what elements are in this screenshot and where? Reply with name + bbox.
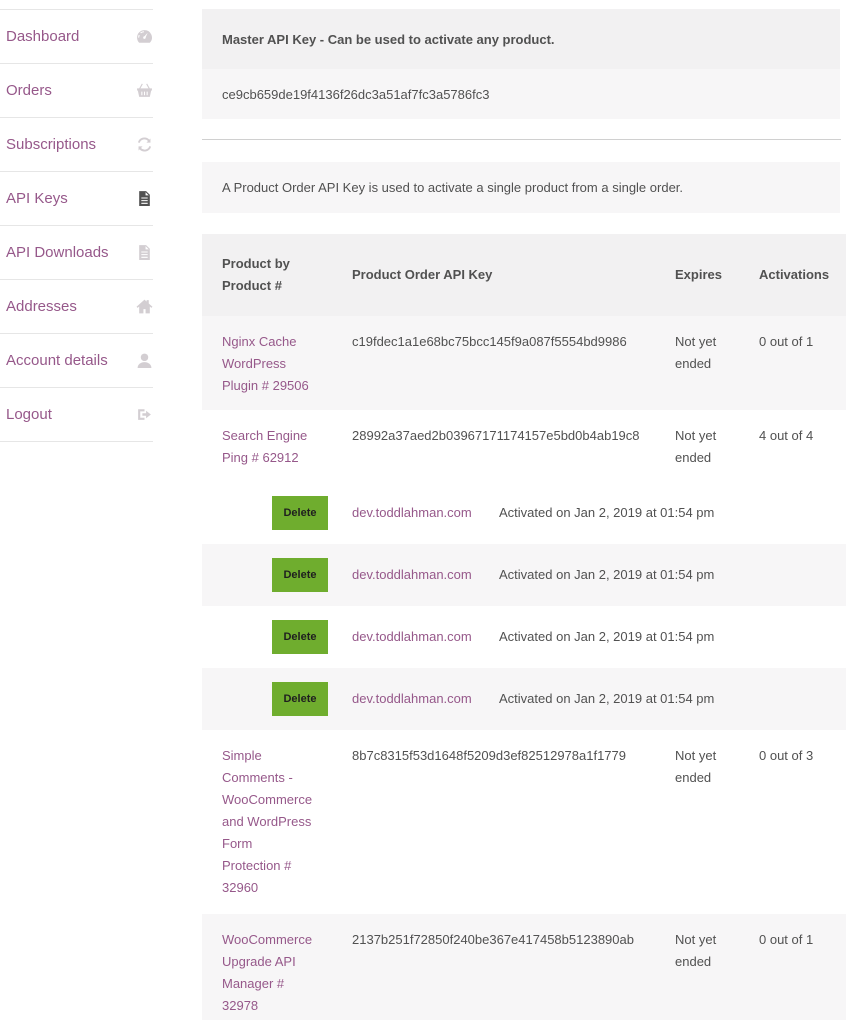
home-icon [135,298,153,316]
nav-label: Account details [6,352,108,369]
nav-label: API Keys [6,190,68,207]
master-api-key-value: ce9cb659de19f4136f26dc3a51af7fc3a5786fc3 [202,69,840,119]
product-line: Search Engine [222,428,308,443]
expires-line: Not yet [675,428,717,443]
header-api-key: Product Order API Key [352,267,493,282]
nav-label: API Downloads [6,244,109,261]
header-product-line: Product # [222,278,282,293]
table-row: Nginx Cache WordPress Plugin # 29506 c19… [202,316,846,410]
activation-date: Activated on Jan 2, 2019 at 01:54 pm [499,505,715,520]
product-line: Nginx Cache [222,334,297,349]
expires-value: Not yet ended [675,331,735,375]
expires-line: Not yet [675,748,717,763]
product-line: Form [222,836,253,851]
nav-item-orders[interactable]: Orders [0,64,153,118]
nav-item-account-details[interactable]: Account details [0,334,153,388]
logout-icon [135,406,153,424]
product-line: 32978 [222,998,259,1013]
activations-value: 0 out of 1 [759,334,814,349]
product-line: Simple [222,748,262,763]
user-icon [135,352,153,370]
product-line: WordPress [222,356,287,371]
product-line: and WordPress [222,814,312,829]
product-line: Plugin # 29506 [222,378,309,393]
activation-domain-link[interactable]: dev.toddlahman.com [352,564,472,586]
product-line: Protection # [222,858,292,873]
activation-date: Activated on Jan 2, 2019 at 01:54 pm [499,691,715,706]
product-link[interactable]: Nginx Cache WordPress Plugin # 29506 [222,331,334,397]
activation-row: Delete dev.toddlahman.com Activated on J… [202,482,846,544]
delete-button[interactable]: Delete [272,620,328,654]
product-line: WooCommerce [222,792,313,807]
table-row: Search Engine Ping # 62912 28992a37aed2b… [202,410,846,482]
activations-value: 0 out of 1 [759,932,814,947]
activation-row: Delete dev.toddlahman.com Activated on J… [202,606,846,668]
nav-item-api-downloads[interactable]: API Downloads [0,226,153,280]
activations-value: 0 out of 3 [759,748,814,763]
activations-value: 4 out of 4 [759,428,814,443]
nav-label: Logout [6,406,52,423]
activation-domain-link[interactable]: dev.toddlahman.com [352,502,472,524]
table-row: WooCommerce Upgrade API Manager # 32978 … [202,914,846,1020]
document-icon [135,244,153,262]
product-line: WooCommerce [222,932,313,947]
product-line: Upgrade API [222,954,296,969]
product-link[interactable]: Simple Comments - WooCommerce and WordPr… [222,745,334,899]
api-keys-table: Product by Product # Product Order API K… [202,234,846,1020]
account-navigation: Dashboard Orders Subscriptions API Keys … [0,9,153,442]
activation-row: Delete dev.toddlahman.com Activated on J… [202,544,846,606]
product-link[interactable]: Search Engine Ping # 62912 [222,425,334,469]
product-line: 32960 [222,880,259,895]
nav-item-logout[interactable]: Logout [0,388,153,442]
divider [202,139,841,140]
document-icon [135,190,153,208]
master-api-key-panel: Master API Key - Can be used to activate… [202,9,840,119]
basket-icon [135,82,153,100]
table-header: Product by Product # Product Order API K… [202,234,846,316]
product-api-key: 8b7c8315f53d1648f5209d3ef82512978a1f1779 [352,748,626,763]
expires-line: ended [675,954,712,969]
product-order-info: A Product Order API Key is used to activ… [202,162,840,213]
nav-item-addresses[interactable]: Addresses [0,280,153,334]
header-activations: Activations [759,267,830,282]
master-api-key-heading: Master API Key - Can be used to activate… [202,9,840,69]
refresh-icon [135,136,153,154]
nav-label: Addresses [6,298,77,315]
product-api-key: 2137b251f72850f240be367e417458b5123890ab [352,932,634,947]
header-product: Product by Product # [222,253,290,297]
nav-item-subscriptions[interactable]: Subscriptions [0,118,153,172]
nav-item-api-keys[interactable]: API Keys [0,172,153,226]
nav-item-dashboard[interactable]: Dashboard [0,10,153,64]
expires-value: Not yet ended [675,929,735,973]
nav-label: Orders [6,82,52,99]
expires-line: ended [675,770,712,785]
delete-button[interactable]: Delete [272,496,328,530]
product-link[interactable]: WooCommerce Upgrade API Manager # 32978 [222,929,334,1017]
expires-line: Not yet [675,334,717,349]
dashboard-icon [135,28,153,46]
delete-button[interactable]: Delete [272,682,328,716]
activation-domain-link[interactable]: dev.toddlahman.com [352,688,472,710]
api-keys-content: Master API Key - Can be used to activate… [202,9,846,1020]
nav-label: Dashboard [6,28,80,45]
table-row: Simple Comments - WooCommerce and WordPr… [202,730,846,914]
delete-button[interactable]: Delete [272,558,328,592]
product-line: Comments - [222,770,293,785]
nav-label: Subscriptions [6,136,97,153]
expires-value: Not yet ended [675,745,735,789]
product-api-key: c19fdec1a1e68bc75bcc145f9a087f5554bd9986 [352,334,627,349]
header-expires: Expires [675,267,722,282]
product-line: Ping # 62912 [222,450,299,465]
activation-row: Delete dev.toddlahman.com Activated on J… [202,668,846,730]
expires-line: Not yet [675,932,717,947]
activation-date: Activated on Jan 2, 2019 at 01:54 pm [499,629,715,644]
expires-value: Not yet ended [675,425,735,469]
product-line: Manager # [222,976,285,991]
product-api-key: 28992a37aed2b03967171174157e5bd0b4ab19c8 [352,428,640,443]
activation-date: Activated on Jan 2, 2019 at 01:54 pm [499,567,715,582]
expires-line: ended [675,356,712,371]
header-product-line: Product by [222,256,290,271]
activation-domain-link[interactable]: dev.toddlahman.com [352,626,472,648]
expires-line: ended [675,450,712,465]
